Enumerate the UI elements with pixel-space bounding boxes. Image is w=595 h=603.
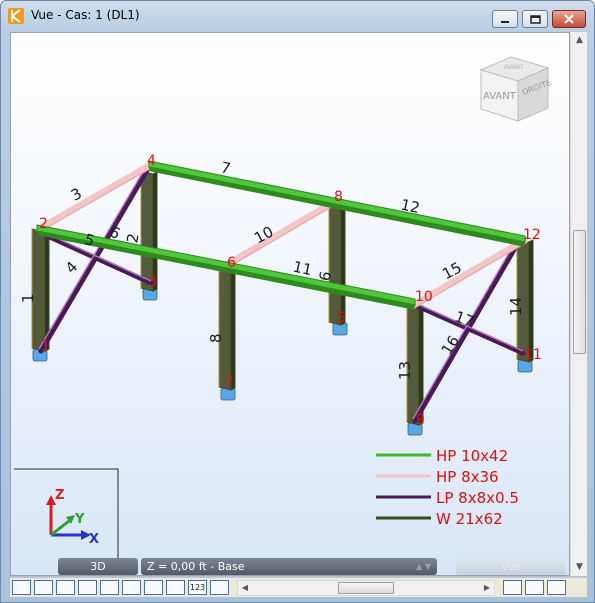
restore-icon [530, 15, 541, 24]
axis-z-label: Z [55, 488, 64, 503]
axis-y-label: Y [74, 512, 85, 527]
view-tool-3-button[interactable] [56, 580, 75, 595]
node-label: 7 [225, 374, 234, 390]
view-cube-front[interactable]: AVANT [483, 91, 517, 102]
legend: HP 10x42 HP 8x36 LP 8x8x0.5 W 21x62 [376, 447, 519, 528]
axis-x-label: X [89, 532, 99, 547]
minimize-icon [501, 21, 509, 23]
member-label: 13 [396, 361, 414, 380]
view-cube[interactable]: AVANT DROITE AVANT [479, 56, 553, 122]
node-label: 3 [148, 274, 157, 290]
vertical-scrollbar[interactable]: ▲ ▼ [570, 32, 587, 576]
view-tool-6-button[interactable] [122, 580, 141, 595]
member-label: 16 [438, 332, 463, 358]
member-label: 14 [507, 297, 525, 316]
display-options-button[interactable] [503, 580, 522, 595]
member-label: 5 [83, 230, 97, 250]
view-tool-4-button[interactable] [78, 580, 97, 595]
member-label: 8 [207, 333, 225, 343]
member-label: 7 [219, 158, 232, 178]
node-label: 10 [415, 289, 433, 305]
node-label: 4 [147, 153, 156, 169]
member-label: 4 [62, 258, 81, 277]
connect-tool-button[interactable] [525, 580, 544, 595]
view-tool-1-button[interactable] [12, 580, 31, 595]
view-tool-10-button[interactable] [210, 580, 229, 595]
horizontal-scrollbar[interactable]: ◀ ▶ [237, 580, 495, 596]
view-mode-selector[interactable]: 3D [58, 558, 138, 575]
view-status-bar: 3D Z = 0,00 ft - Base ▲ ▼ Vue [10, 557, 570, 576]
view-mode-label: 3D [90, 560, 106, 573]
title-bar[interactable]: Vue - Cas: 1 (DL1) [1, 1, 594, 31]
level-arrows-icon[interactable]: ▲ ▼ [416, 558, 431, 575]
columns-w21x62 [31, 170, 534, 426]
3d-viewport[interactable]: AVANT DROITE AVANT 1 2 3 4 5 6 7 8 9 10 … [10, 32, 570, 576]
scroll-left-icon[interactable]: ◀ [238, 581, 252, 595]
scroll-up-icon[interactable]: ▲ [571, 32, 588, 49]
brace-highlights [38, 164, 524, 420]
node-label: 2 [39, 216, 48, 232]
node-label: 6 [227, 255, 236, 271]
node-label: 9 [416, 412, 425, 428]
member-label: 6 [107, 223, 123, 243]
scroll-down-icon[interactable]: ▼ [571, 559, 588, 576]
structure-model: AVANT DROITE AVANT 1 2 3 4 5 6 7 8 9 10 … [14, 56, 553, 575]
numbering-button[interactable]: 123 [188, 580, 207, 595]
maximize-button[interactable] [522, 10, 548, 28]
vue-selector[interactable]: Vue [456, 558, 566, 575]
numbering-label: 123 [189, 583, 206, 592]
legend-label: LP 8x8x0.5 [436, 489, 519, 507]
column-edges [31, 171, 518, 422]
window-title: Vue - Cas: 1 (DL1) [31, 8, 140, 22]
member-label: 1 [19, 293, 37, 303]
legend-label: HP 10x42 [436, 447, 508, 465]
minimize-button[interactable] [492, 10, 518, 28]
vertical-scroll-thumb[interactable] [573, 230, 586, 354]
horizontal-scroll-thumb[interactable] [338, 582, 394, 594]
member-label: 17 [452, 307, 476, 330]
node-label: 11 [524, 347, 542, 363]
scroll-right-icon[interactable]: ▶ [480, 581, 494, 595]
view-tool-2-button[interactable] [34, 580, 53, 595]
level-selector[interactable]: Z = 0,00 ft - Base ▲ ▼ [141, 558, 437, 575]
braces-lp8x8 [38, 164, 526, 424]
vue-label: Vue [500, 560, 522, 573]
node-label: 8 [334, 189, 343, 205]
close-button[interactable] [552, 10, 586, 28]
view-tool-5-button[interactable] [100, 580, 119, 595]
node-label: 12 [523, 227, 541, 243]
node-label: 5 [337, 310, 346, 326]
close-icon [564, 14, 574, 24]
member-label: 10 [251, 222, 276, 247]
camera-tool-button[interactable] [547, 580, 566, 595]
app-logo-icon [8, 8, 24, 24]
member-label: 2 [123, 232, 142, 245]
legend-label: W 21x62 [436, 510, 503, 528]
level-label: Z = 0,00 ft - Base [147, 560, 245, 573]
legend-label: HP 8x36 [436, 468, 499, 486]
node-label: 1 [41, 338, 50, 354]
view-cube-top[interactable]: AVANT [504, 64, 524, 71]
bottom-toolbar: 123 ◀ ▶ [10, 577, 587, 597]
app-window: Vue - Cas: 1 (DL1) AVANT DROITE AVANT 1 … [0, 0, 595, 603]
view-tool-7-button[interactable] [144, 580, 163, 595]
view-tool-8-button[interactable] [166, 580, 185, 595]
